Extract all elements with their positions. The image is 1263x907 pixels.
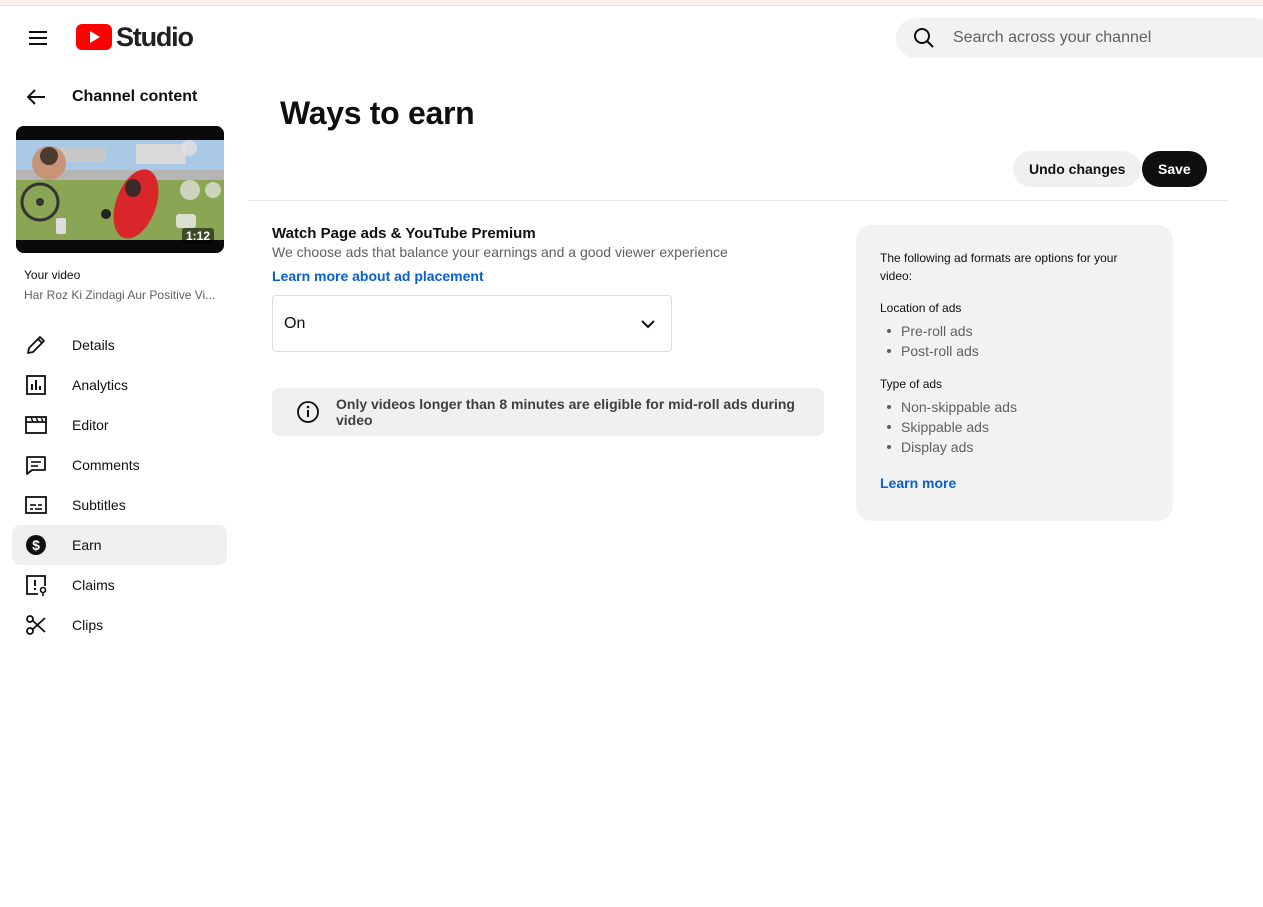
location-list: Pre-roll ads Post-roll ads (880, 321, 1149, 361)
location-heading: Location of ads (880, 301, 962, 315)
sidebar-nav: Details Analytics Editor Comments Subtit… (12, 325, 227, 645)
analytics-icon (24, 373, 48, 397)
list-item: Post-roll ads (880, 341, 1149, 361)
page-title: Ways to earn (280, 95, 475, 131)
menu-icon (29, 31, 47, 45)
search-icon[interactable] (912, 26, 936, 50)
monetization-dropdown[interactable]: On (272, 295, 672, 352)
studio-logo[interactable]: Studio (76, 21, 194, 52)
sidebar-item-details[interactable]: Details (12, 325, 227, 365)
header-divider (248, 200, 1228, 201)
sidebar-item-label: Claims (72, 577, 115, 593)
type-heading: Type of ads (880, 377, 943, 391)
video-thumbnail[interactable]: 1:12 (16, 126, 224, 253)
section-subtitle: We choose ads that balance your earnings… (272, 244, 728, 260)
dollar-icon: $ (24, 533, 48, 557)
type-list: Non-skippable ads Skippable ads Display … (880, 397, 1149, 457)
sidebar-item-label: Clips (72, 617, 104, 633)
sidebar-item-label: Details (72, 337, 115, 353)
section-title: Watch Page ads & YouTube Premium (272, 225, 536, 242)
your-video-label: Your video (24, 268, 81, 282)
notice-text: Only videos longer than 8 minutes are el… (336, 396, 795, 428)
sidebar-item-earn[interactable]: $ Earn (12, 525, 227, 565)
list-item: Display ads (880, 437, 1149, 457)
sidebar-item-label: Comments (72, 457, 140, 473)
sidebar-item-editor[interactable]: Editor (12, 405, 227, 445)
scissors-icon (24, 613, 48, 637)
hamburger-menu-button[interactable] (22, 22, 54, 54)
save-button[interactable]: Save (1142, 151, 1207, 187)
back-to-channel-content[interactable]: Channel content (24, 85, 197, 109)
sidebar-item-analytics[interactable]: Analytics (12, 365, 227, 405)
pencil-icon (24, 333, 48, 357)
subtitles-icon (24, 493, 48, 517)
ad-formats-info-card: The following ad formats are options for… (856, 225, 1173, 521)
info-icon (296, 400, 320, 424)
undo-changes-button[interactable]: Undo changes (1013, 151, 1142, 187)
sidebar-item-claims[interactable]: Claims (12, 565, 227, 605)
list-item: Pre-roll ads (880, 321, 1149, 341)
sidebar-item-label: Subtitles (72, 497, 126, 513)
search-input[interactable] (953, 29, 1253, 47)
sidebar-item-comments[interactable]: Comments (12, 445, 227, 485)
svg-text:$: $ (32, 537, 40, 553)
top-banner-strip (0, 0, 1263, 6)
logo-text: Studio (116, 21, 194, 52)
list-item: Non-skippable ads (880, 397, 1149, 417)
learn-more-ad-placement-link[interactable]: Learn more about ad placement (272, 268, 484, 284)
sidebar-item-clips[interactable]: Clips (12, 605, 227, 645)
youtube-logo-icon (76, 24, 112, 50)
video-title: Har Roz Ki Zindagi Aur Positive Vi... (24, 288, 216, 302)
back-arrow-icon[interactable] (24, 85, 48, 109)
comment-icon (24, 453, 48, 477)
info-intro: The following ad formats are options for… (880, 251, 1118, 283)
sidebar-item-label: Analytics (72, 377, 129, 393)
sidebar-item-label: Editor (72, 417, 109, 433)
list-item: Skippable ads (880, 417, 1149, 437)
video-duration: 1:12 (181, 228, 214, 244)
clapperboard-icon (24, 413, 48, 437)
sidebar-item-subtitles[interactable]: Subtitles (12, 485, 227, 525)
claims-icon (24, 573, 48, 597)
channel-content-title[interactable]: Channel content (72, 88, 197, 106)
search-bar[interactable] (896, 18, 1263, 58)
midroll-notice: Only videos longer than 8 minutes are el… (272, 388, 824, 436)
sidebar-item-label: Earn (72, 537, 102, 553)
learn-more-link[interactable]: Learn more (880, 475, 956, 491)
chevron-down-icon (636, 312, 660, 336)
dropdown-selected-value: On (284, 314, 306, 332)
